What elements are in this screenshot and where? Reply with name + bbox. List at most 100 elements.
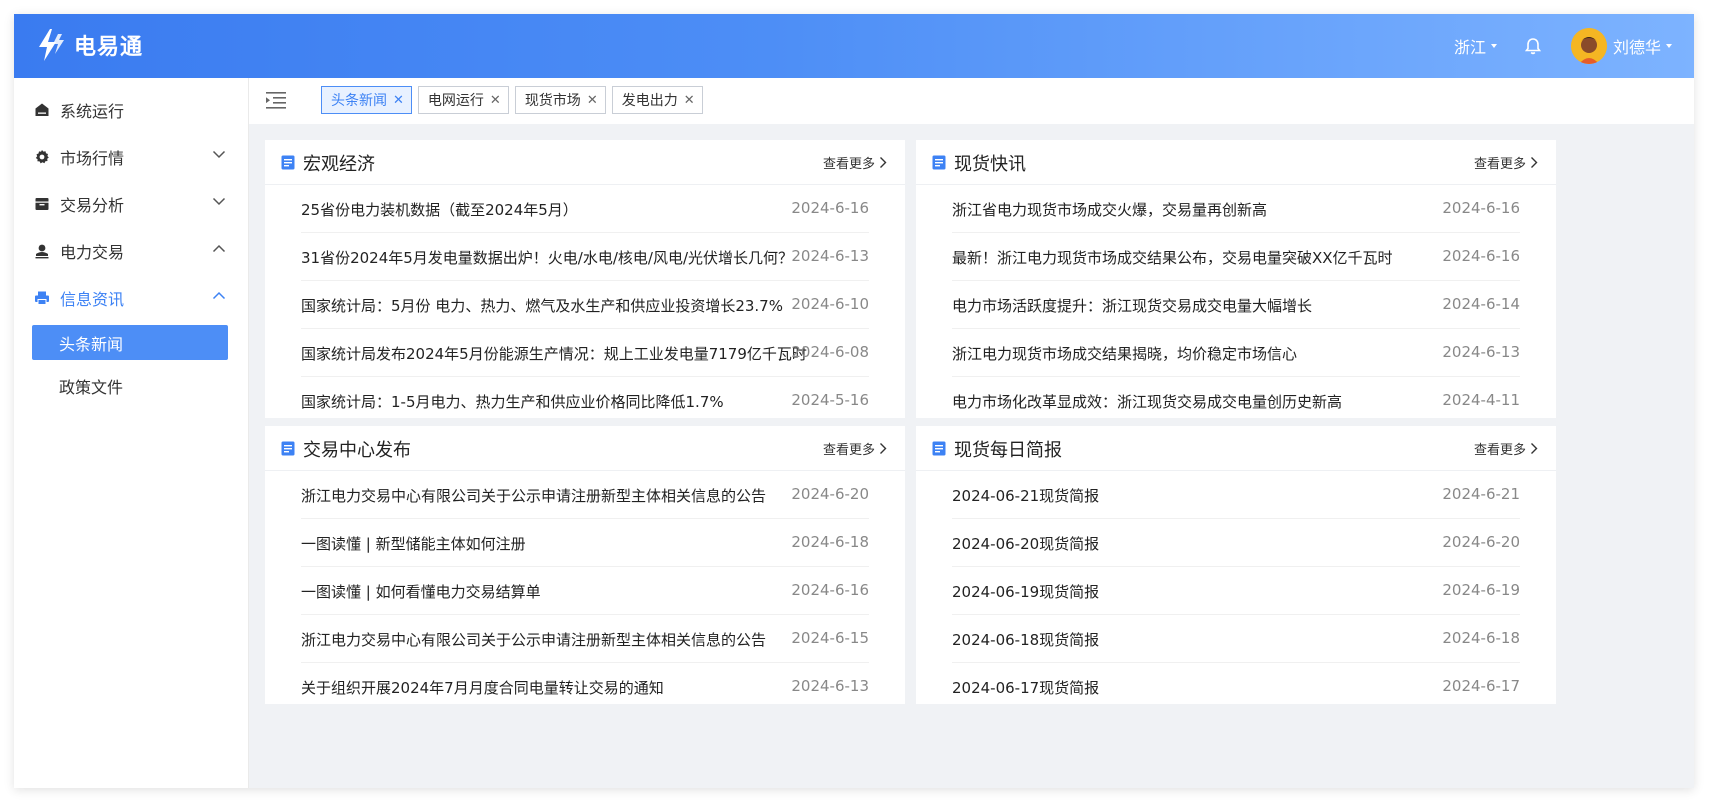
list-item[interactable]: 31省份2024年5月发电量数据出炉！火电/水电/核电/风电/光伏增长几何？ 20… <box>301 233 869 281</box>
news-date: 2024-6-20 <box>1442 533 1520 551</box>
sidebar-item-system-operation[interactable]: 系统运行 <box>14 86 248 133</box>
news-title: 浙江电力交易中心有限公司关于公示申请注册新型主体相关信息的公告 <box>301 631 767 649</box>
sidebar-item-label: 系统运行 <box>60 101 125 121</box>
list-item[interactable]: 电力市场化改革显成效：浙江现货交易成交电量创历史新高 2024-4-11 <box>952 377 1520 424</box>
news-title: 一图读懂 | 新型储能主体如何注册 <box>301 535 526 553</box>
list-item[interactable]: 国家统计局：5月份 电力、热力、燃气及水生产和供应业投资增长23.7% 2024-… <box>301 281 869 329</box>
news-title: 31省份2024年5月发电量数据出炉！火电/水电/核电/风电/光伏增长几何？ <box>301 249 794 267</box>
list-item[interactable]: 国家统计局发布2024年5月份能源生产情况：规上工业发电量7179亿千瓦时 202… <box>301 329 869 377</box>
region-select[interactable]: 浙江 <box>1454 34 1497 58</box>
view-more-link[interactable]: 查看更多 <box>1474 153 1538 172</box>
tab-grid-operation[interactable]: 电网运行 ✕ <box>417 86 509 114</box>
news-date: 2024-6-13 <box>791 247 869 265</box>
caret-down-icon <box>1666 44 1672 48</box>
news-title: 2024-06-20现货简报 <box>952 535 1100 553</box>
news-title: 浙江电力现货市场成交结果揭晓，均价稳定市场信心 <box>952 345 1298 363</box>
news-title: 25省份电力装机数据（截至2024年5月） <box>301 201 578 219</box>
news-date: 2024-6-13 <box>791 677 869 695</box>
news-date: 2024-6-18 <box>791 533 869 551</box>
sidebar-item-power-trading[interactable]: 电力交易 <box>14 227 248 274</box>
sidebar-collapse-icon[interactable] <box>265 90 287 110</box>
view-more-link[interactable]: 查看更多 <box>1474 439 1538 458</box>
list-item[interactable]: 关于组织开展2024年7月月度合同电量转让交易的通知 2024-6-13 <box>301 663 869 710</box>
list-item[interactable]: 浙江电力现货市场成交结果揭晓，均价稳定市场信心 2024-6-13 <box>952 329 1520 377</box>
tab-spot-market[interactable]: 现货市场 ✕ <box>514 86 606 114</box>
close-icon[interactable]: ✕ <box>393 93 404 108</box>
sidebar-subitem-policy-documents[interactable]: 政策文件 <box>32 364 228 408</box>
user-menu[interactable]: 刘德华 <box>1613 34 1672 58</box>
sidebar-item-market-quotes[interactable]: 市场行情 <box>14 133 248 180</box>
news-title: 国家统计局：5月份 电力、热力、燃气及水生产和供应业投资增长23.7% <box>301 297 783 315</box>
list-item[interactable]: 2024-06-20现货简报 2024-6-20 <box>952 519 1520 567</box>
list-item[interactable]: 国家统计局：1-5月电力、热力生产和供应业价格同比降低1.7% 2024-5-16 <box>301 377 869 424</box>
news-title: 2024-06-18现货简报 <box>952 631 1100 649</box>
sidebar-subitem-label: 政策文件 <box>59 378 124 397</box>
news-title: 最新！浙江电力现货市场成交结果公布，交易电量突破XX亿千瓦时 <box>952 249 1393 267</box>
close-icon[interactable]: ✕ <box>587 93 598 108</box>
list-item[interactable]: 2024-06-19现货简报 2024-6-19 <box>952 567 1520 615</box>
news-title: 一图读懂 | 如何看懂电力交易结算单 <box>301 583 541 601</box>
close-icon[interactable]: ✕ <box>684 93 695 108</box>
view-more-link[interactable]: 查看更多 <box>823 153 887 172</box>
panel-title: 现货快讯 <box>954 154 1026 175</box>
logo[interactable]: 电易通 <box>36 28 143 62</box>
list-item[interactable]: 一图读懂 | 新型储能主体如何注册 2024-6-18 <box>301 519 869 567</box>
region-label: 浙江 <box>1453 38 1486 57</box>
news-date: 2024-6-17 <box>1442 677 1520 695</box>
bell-icon[interactable] <box>1523 36 1543 56</box>
news-title: 电力市场化改革显成效：浙江现货交易成交电量创历史新高 <box>952 393 1343 411</box>
panel-exchange-center-releases: 交易中心发布 查看更多 浙江电力交易中心有限公司关于公示申请注册新型主体相关信息… <box>265 426 905 704</box>
tab-label: 发电出力 <box>621 93 678 109</box>
close-icon[interactable]: ✕ <box>490 93 501 108</box>
sidebar-item-label: 信息资讯 <box>60 289 125 309</box>
document-icon <box>281 155 295 170</box>
chevron-up-icon <box>212 291 226 300</box>
list-item[interactable]: 电力市场活跃度提升：浙江现货交易成交电量大幅增长 2024-6-14 <box>952 281 1520 329</box>
news-date: 2024-6-08 <box>791 343 869 361</box>
panel-macro-economy: 宏观经济 查看更多 25省份电力装机数据（截至2024年5月） 2024-6-16… <box>265 140 905 418</box>
username: 刘德华 <box>1612 38 1661 57</box>
news-date: 2024-6-18 <box>1442 629 1520 647</box>
tab-label: 头条新闻 <box>331 93 387 109</box>
list-item[interactable]: 浙江省电力现货市场成交火爆，交易量再创新高 2024-6-16 <box>952 185 1520 233</box>
tab-label: 现货市场 <box>524 93 581 109</box>
news-date: 2024-6-16 <box>1442 247 1520 265</box>
chevron-down-icon <box>212 150 226 159</box>
news-date: 2024-6-13 <box>1442 343 1520 361</box>
list-item[interactable]: 2024-06-21现货简报 2024-6-21 <box>952 471 1520 519</box>
view-more-label: 查看更多 <box>1473 443 1526 458</box>
tab-bar: 头条新闻 ✕ 电网运行 ✕ 现货市场 ✕ 发电出力 ✕ <box>249 78 1694 124</box>
list-item[interactable]: 一图读懂 | 如何看懂电力交易结算单 2024-6-16 <box>301 567 869 615</box>
sidebar-item-information[interactable]: 信息资讯 <box>14 274 248 321</box>
chevron-right-icon <box>880 157 887 168</box>
news-date: 2024-6-16 <box>791 199 869 217</box>
sidebar-item-trade-analysis[interactable]: 交易分析 <box>14 180 248 227</box>
panel-title: 现货每日简报 <box>954 440 1062 461</box>
news-date: 2024-6-10 <box>791 295 869 313</box>
tab-headlines[interactable]: 头条新闻 ✕ <box>321 86 412 114</box>
list-item[interactable]: 2024-06-18现货简报 2024-6-18 <box>952 615 1520 663</box>
tabs: 头条新闻 ✕ 电网运行 ✕ 现货市场 ✕ 发电出力 ✕ <box>321 86 709 114</box>
avatar[interactable] <box>1570 28 1607 64</box>
panel-spot-daily-brief: 现货每日简报 查看更多 2024-06-21现货简报 2024-6-21 2024… <box>916 426 1556 704</box>
tab-generation-output[interactable]: 发电出力 ✕ <box>611 86 703 114</box>
document-icon <box>281 441 295 456</box>
sidebar-subitem-headlines[interactable]: 头条新闻 <box>32 325 228 360</box>
list-item[interactable]: 浙江电力交易中心有限公司关于公示申请注册新型主体相关信息的公告 2024-6-20 <box>301 471 869 519</box>
news-title: 浙江省电力现货市场成交火爆，交易量再创新高 <box>952 201 1268 219</box>
list-item[interactable]: 25省份电力装机数据（截至2024年5月） 2024-6-16 <box>301 185 869 233</box>
sidebar-subitem-label: 头条新闻 <box>59 334 124 354</box>
tab-label: 电网运行 <box>427 93 484 109</box>
news-title: 国家统计局发布2024年5月份能源生产情况：规上工业发电量7179亿千瓦时 <box>301 345 807 363</box>
panel-header: 现货每日简报 查看更多 <box>916 426 1556 471</box>
list-item[interactable]: 浙江电力交易中心有限公司关于公示申请注册新型主体相关信息的公告 2024-6-15 <box>301 615 869 663</box>
sidebar-item-label: 电力交易 <box>60 242 125 262</box>
view-more-link[interactable]: 查看更多 <box>823 439 887 458</box>
app-name: 电易通 <box>74 35 144 60</box>
list-item[interactable]: 最新！浙江电力现货市场成交结果公布，交易电量突破XX亿千瓦时 2024-6-16 <box>952 233 1520 281</box>
list-item[interactable]: 2024-06-17现货简报 2024-6-17 <box>952 663 1520 710</box>
sidebar: 系统运行 市场行情 交易分析 电力交易 信息资讯 头条新闻 政策文件 <box>14 78 249 788</box>
sidebar-item-label: 市场行情 <box>60 148 125 168</box>
user-stamp-icon <box>35 244 49 258</box>
news-title: 浙江电力交易中心有限公司关于公示申请注册新型主体相关信息的公告 <box>301 487 767 505</box>
